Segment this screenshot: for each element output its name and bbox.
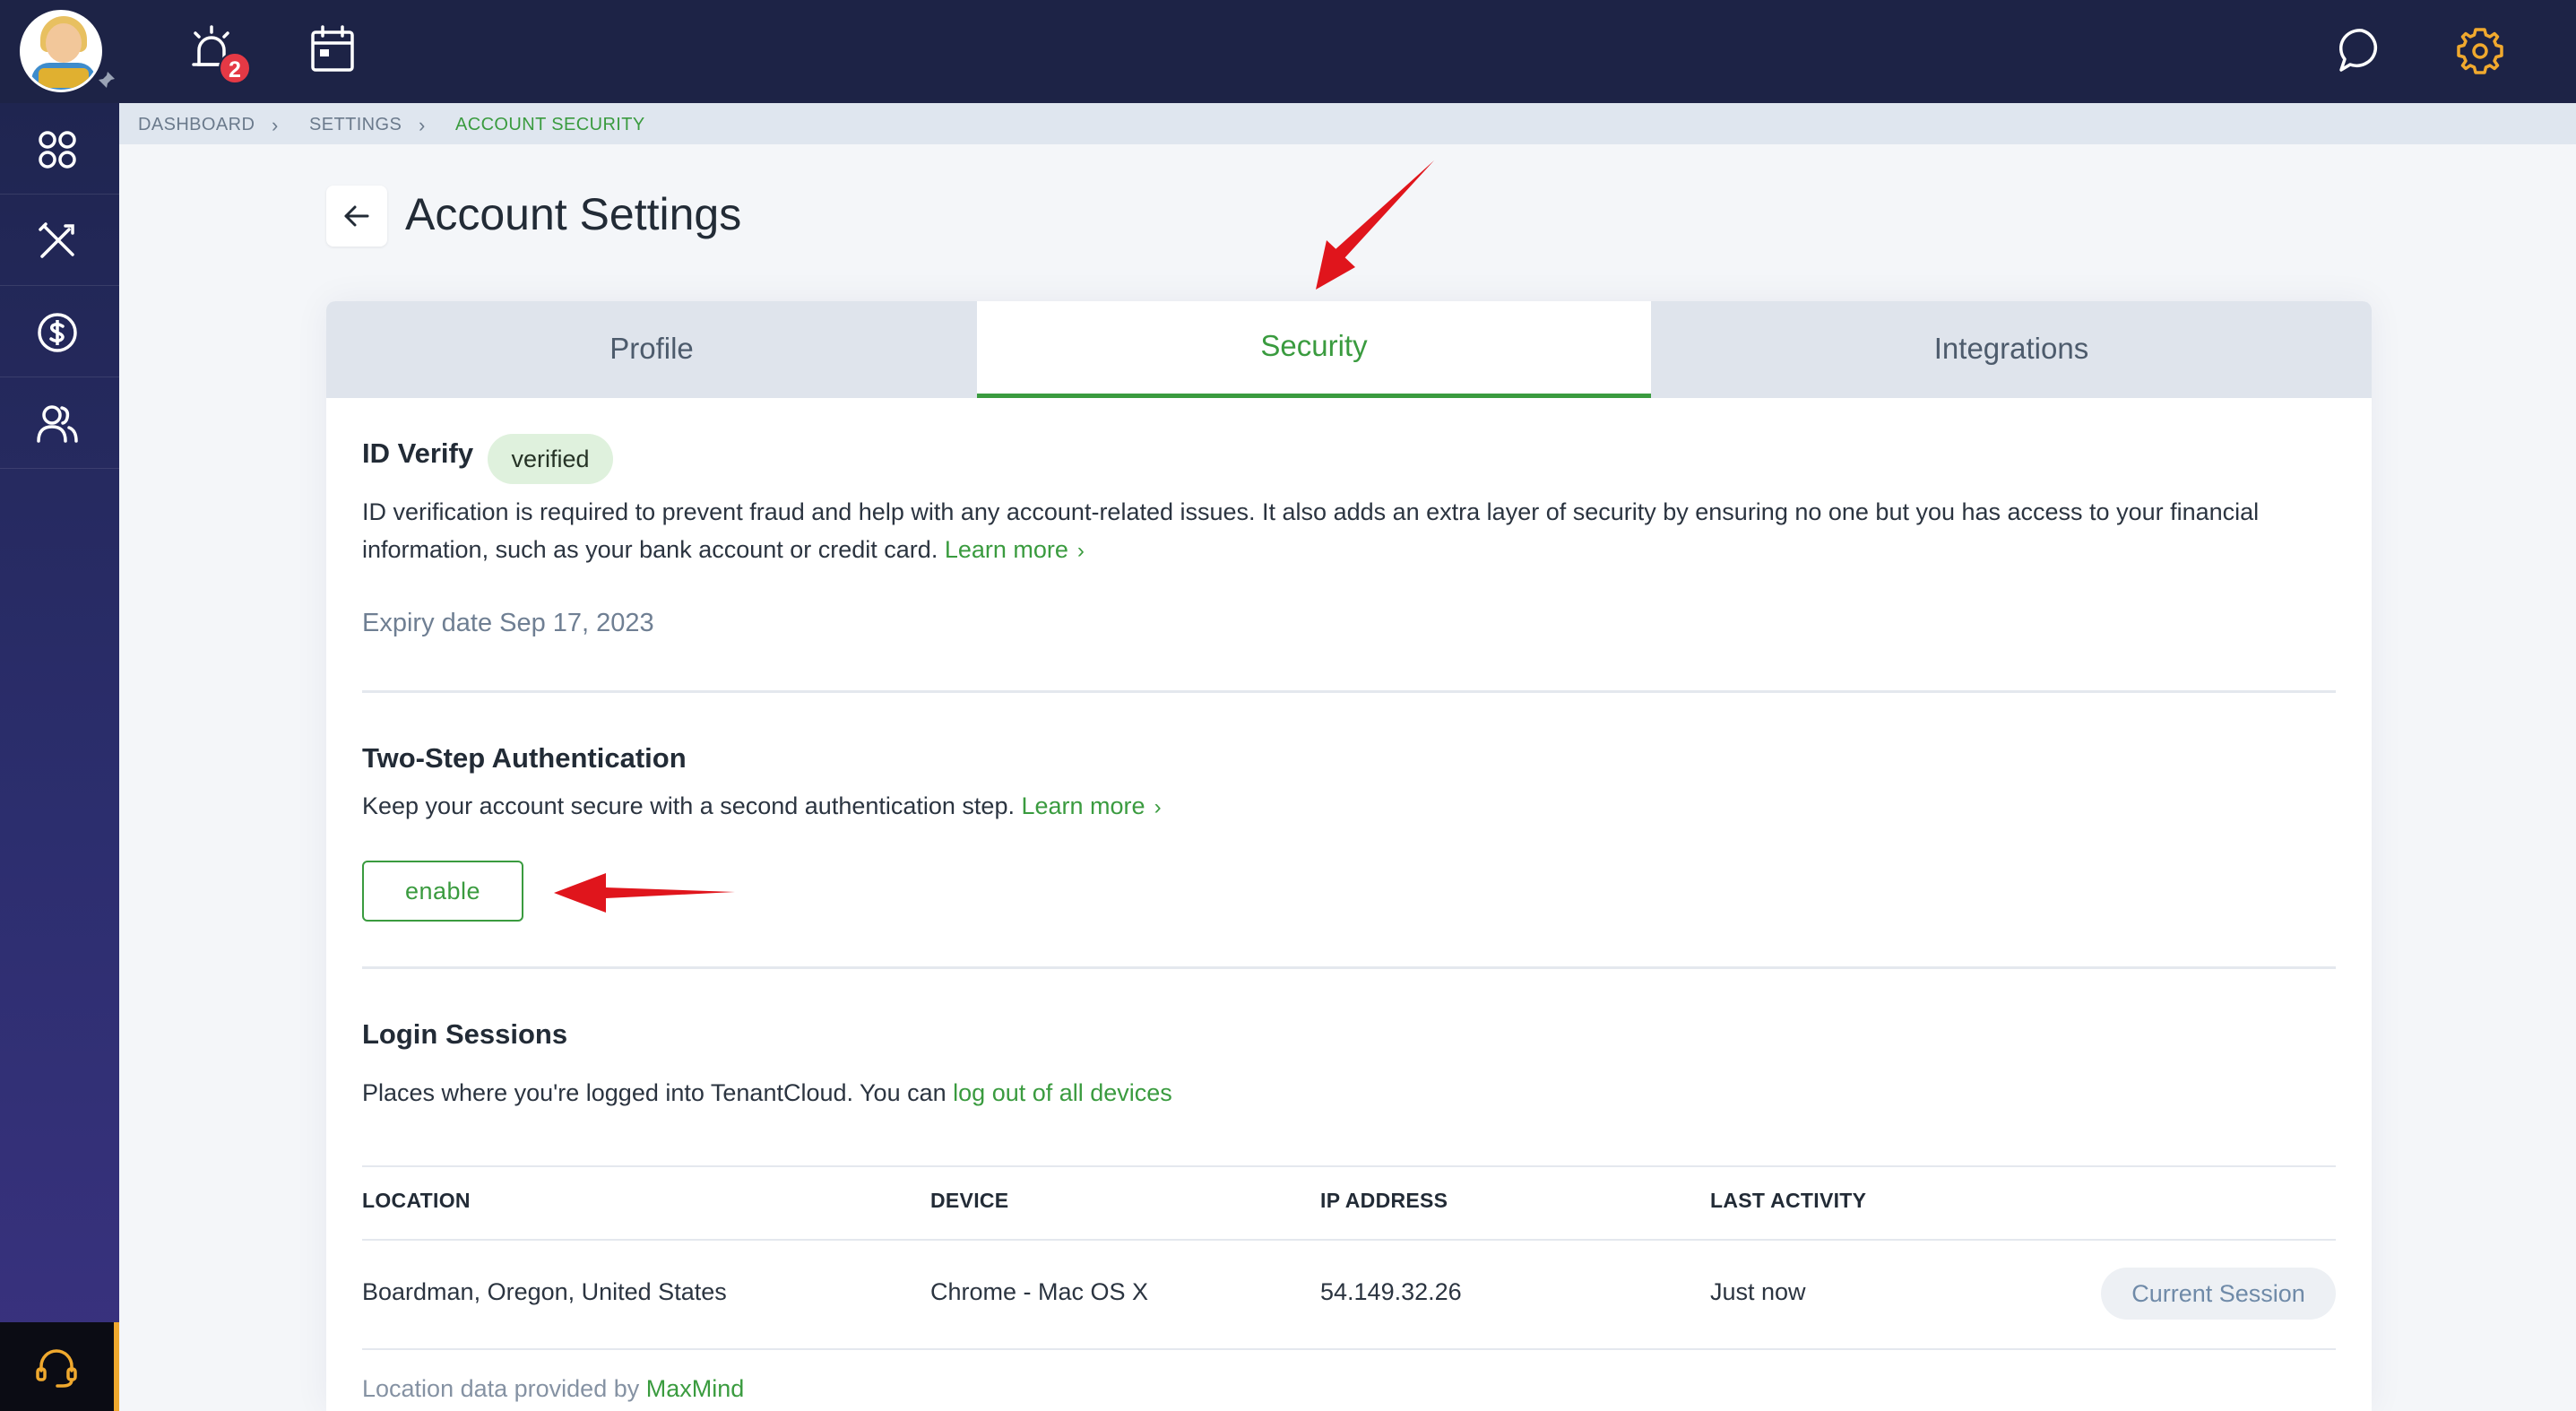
divider (362, 690, 2336, 693)
page-title: Account Settings (405, 189, 742, 239)
id-verify-title: ID Verify (362, 437, 474, 469)
column-header-ip-address: IP ADDRESS (1320, 1189, 1448, 1212)
expiry-date: Expiry date Sep 17, 2023 (362, 609, 654, 637)
two-step-description-line: Keep your account secure with a second a… (362, 787, 1162, 827)
sidebar-item-maintenance[interactable] (0, 195, 119, 286)
footnote-text: Location data provided by (362, 1375, 640, 1402)
avatar[interactable] (20, 10, 102, 92)
two-step-learn-more-link[interactable]: Learn more (1021, 792, 1145, 819)
dollar-icon (38, 313, 77, 352)
headset-icon (36, 1349, 77, 1388)
chevron-right-icon: › (272, 114, 279, 136)
divider (362, 966, 2336, 969)
dashboard-grid-icon (39, 131, 76, 169)
verified-badge: verified (488, 434, 613, 484)
login-sessions-description-line: Places where you're logged into TenantCl… (362, 1074, 1172, 1112)
table-top-border (362, 1165, 2336, 1167)
sidebar-item-finance[interactable] (0, 286, 119, 377)
chevron-right-icon: › (1076, 539, 1085, 563)
login-sessions-title: Login Sessions (362, 1018, 568, 1050)
breadcrumb-dashboard[interactable]: DASHBOARD (138, 115, 255, 135)
tab-profile[interactable]: Profile (326, 301, 977, 398)
settings-card: Profile Security Integrations ID Verify … (326, 301, 2372, 1411)
chevron-right-icon: › (1154, 795, 1162, 819)
breadcrumb-account-security: ACCOUNT SECURITY (455, 115, 645, 134)
column-header-device: DEVICE (930, 1189, 1009, 1212)
arrow-left-icon (344, 205, 369, 227)
calendar-icon[interactable] (303, 22, 362, 81)
current-session-badge: Current Session (2101, 1268, 2336, 1320)
tab-integrations[interactable]: Integrations (1651, 301, 2372, 398)
id-verify-description: ID verification is required to prevent f… (362, 493, 2352, 570)
session-device: Chrome - Mac OS X (930, 1278, 1149, 1305)
breadcrumb-settings[interactable]: SETTINGS (309, 115, 402, 135)
maxmind-link[interactable]: MaxMind (646, 1375, 745, 1402)
id-verify-description-text: information, such as your bank account o… (362, 536, 938, 563)
breadcrumb: DASHBOARD › SETTINGS › ACCOUNT SECURITY (119, 103, 2576, 144)
tools-icon (39, 222, 74, 258)
chevron-right-icon: › (419, 114, 426, 136)
location-footnote: Location data provided by MaxMind (362, 1375, 744, 1403)
tab-bar: Profile Security Integrations (326, 301, 2372, 398)
two-step-title: Two-Step Authentication (362, 742, 687, 774)
back-button[interactable] (326, 186, 387, 247)
id-verify-learn-more-link[interactable]: Learn more (945, 536, 1068, 563)
top-bar: 2 (0, 0, 2576, 103)
support-button[interactable] (0, 1322, 119, 1411)
column-header-location: LOCATION (362, 1189, 471, 1212)
sidebar-item-contacts[interactable] (0, 377, 119, 469)
login-sessions-description: Places where you're logged into TenantCl… (362, 1079, 947, 1106)
arrow-to-security-tab (1316, 160, 1434, 290)
enable-button[interactable]: enable (362, 861, 523, 922)
chat-icon[interactable] (2332, 22, 2391, 81)
session-location: Boardman, Oregon, United States (362, 1278, 727, 1305)
notification-badge: 2 (219, 52, 251, 84)
gear-icon[interactable] (2451, 22, 2510, 81)
pin-icon[interactable] (97, 70, 117, 90)
session-last-activity: Just now (1710, 1278, 1806, 1305)
table-header-border (362, 1239, 2336, 1241)
sidebar-item-dashboard[interactable] (0, 103, 119, 195)
users-icon (37, 405, 78, 443)
column-header-last-activity: LAST ACTIVITY (1710, 1189, 1867, 1212)
session-ip: 54.149.32.26 (1320, 1278, 1462, 1305)
sidebar (0, 103, 119, 1411)
logout-all-devices-link[interactable]: log out of all devices (953, 1079, 1172, 1106)
id-verify-description-line2: information, such as your bank account o… (362, 531, 2352, 570)
table-row-border (362, 1348, 2336, 1350)
tab-security[interactable]: Security (977, 301, 1651, 398)
two-step-description: Keep your account secure with a second a… (362, 792, 1015, 819)
id-verify-description-line1: ID verification is required to prevent f… (362, 498, 2260, 525)
